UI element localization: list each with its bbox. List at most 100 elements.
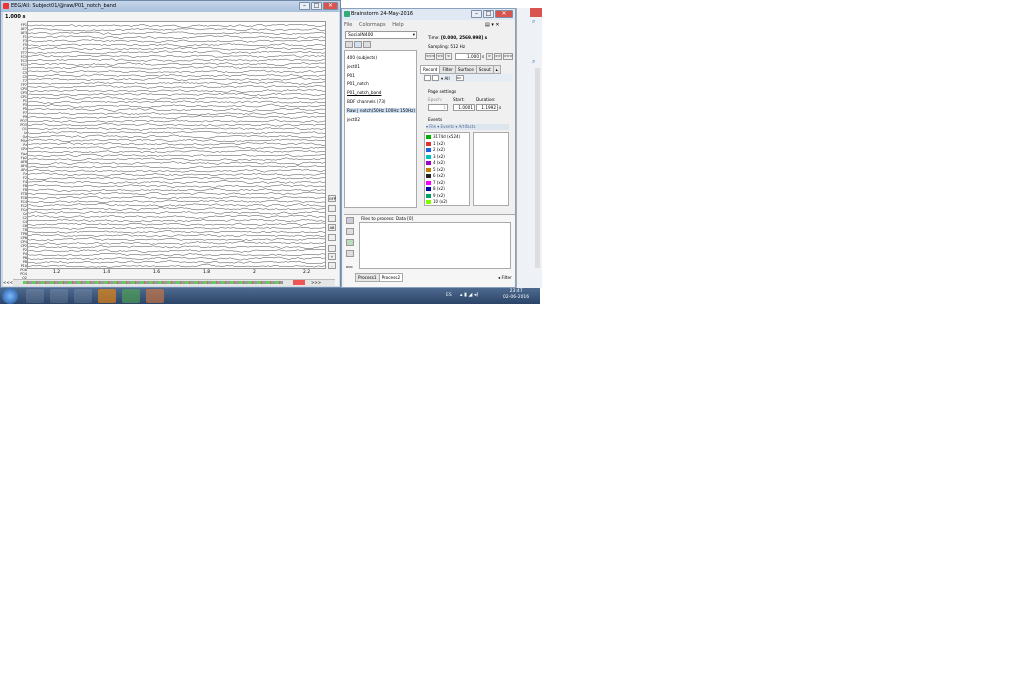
search-icon-2[interactable]: ⌕ — [532, 18, 535, 26]
tree-item[interactable]: ject01 — [347, 64, 360, 69]
event-item[interactable]: 7 (x2) — [426, 180, 445, 185]
excel-icon[interactable] — [122, 289, 140, 303]
language-indicator[interactable]: ES — [446, 293, 452, 298]
eeg-plot[interactable] — [27, 21, 326, 269]
events-menu-events[interactable]: Events — [441, 124, 455, 129]
process-drop-area[interactable] — [359, 222, 511, 269]
bs-close-button[interactable]: ✕ — [495, 10, 513, 18]
display-button-1[interactable] — [328, 205, 336, 212]
process-timefreq-button[interactable] — [346, 239, 354, 246]
tab-surface[interactable]: Surface — [454, 65, 477, 74]
nav-last-button[interactable]: >>> — [503, 53, 513, 60]
duration-input[interactable]: 1.1992 — [476, 104, 498, 111]
bs-title: Brainstorm 24-May-2016 — [351, 11, 414, 17]
display-button-7[interactable]: - — [328, 262, 336, 269]
event-item[interactable]: 3174d (x524) — [426, 134, 460, 139]
events-list[interactable]: 3174d (x524) 1 (x2) 2 (x2) 3 (x2) 4 (x2) 5 (x… — [424, 132, 470, 206]
event-item[interactable]: 1 (x2) — [426, 141, 445, 146]
event-item[interactable]: 10 (x2) — [426, 199, 447, 204]
panel-menu-icons[interactable]: ▤ ▾ ✕ — [485, 22, 500, 28]
tab-scout[interactable]: Scout — [475, 65, 494, 74]
scroll-right-button[interactable]: >>> — [311, 280, 321, 285]
clock[interactable]: 23:47 02-06-2016 — [503, 289, 529, 301]
display-button-0[interactable]: GFP — [328, 195, 336, 202]
event-item[interactable]: 3 (x2) — [426, 154, 445, 159]
event-item[interactable]: 8 (x2) — [426, 186, 445, 191]
bg-close-button[interactable] — [530, 8, 542, 17]
nav-next-fast-button[interactable]: >> — [494, 53, 502, 60]
montage-all-label[interactable]: ▾ All — [441, 76, 450, 81]
view-functional-button[interactable] — [345, 41, 353, 48]
tab-filter[interactable]: Filter — [439, 65, 456, 74]
event-item[interactable]: 4 (x2) — [426, 160, 445, 165]
dc-button[interactable]: DC — [456, 75, 464, 81]
tree-item[interactable]: P01 — [347, 73, 355, 78]
app-orange-icon[interactable] — [98, 289, 116, 303]
start-input[interactable]: 1.0001 — [453, 104, 475, 111]
tree-item[interactable]: ject02 — [347, 117, 360, 122]
bs-titlebar[interactable]: Brainstorm 24-May-2016 – □ ✕ — [342, 9, 515, 20]
protocol-select[interactable]: SocialN400 ▾ — [345, 31, 417, 39]
tab-process2[interactable]: Process2 — [378, 273, 404, 282]
display-mode-button[interactable] — [424, 75, 431, 81]
nav-next-button[interactable]: > — [486, 53, 493, 60]
process-sources-button[interactable] — [346, 228, 354, 235]
nav-prev-button[interactable]: < — [445, 53, 452, 60]
nav-prev-fast-button[interactable]: << — [436, 53, 444, 60]
montage-button[interactable] — [432, 75, 439, 81]
view-study-button[interactable] — [363, 41, 371, 48]
search-icon[interactable]: ⌕ — [532, 58, 535, 66]
scroll-thumb[interactable] — [293, 280, 305, 285]
bs-maximize-button[interactable]: □ — [483, 10, 494, 18]
epoch-input[interactable]: 1 — [428, 104, 448, 111]
start-button[interactable] — [2, 288, 18, 304]
tree-item[interactable]: P01_notch_band — [347, 90, 381, 95]
tab-more-button[interactable]: ▴ — [492, 65, 501, 74]
maximize-button[interactable]: □ — [311, 2, 322, 10]
event-item[interactable]: 9 (x2) — [426, 193, 445, 198]
folder-icon[interactable] — [50, 289, 68, 303]
eeg-titlebar[interactable]: EEG/All: Subject01/@raw/P01_notch_band –… — [1, 1, 340, 12]
time-input[interactable]: 1.000 — [455, 53, 481, 60]
nav-first-button[interactable]: <<< — [425, 53, 435, 60]
tab-record[interactable]: Record — [420, 65, 441, 74]
display-button-6[interactable]: + — [328, 253, 336, 260]
display-button-5[interactable] — [328, 245, 336, 252]
database-tree[interactable]: 400 (subjects) ject01 P01 P01_notch P01_notc… — [344, 50, 417, 208]
tray-icons[interactable]: ▴ ▮ ◢ ◂) — [460, 292, 478, 298]
events-menu-file[interactable]: File — [429, 124, 436, 129]
events-menu-artifacts[interactable]: Artifacts — [459, 124, 476, 129]
time-scrollbar[interactable]: <<< >>> — [3, 279, 335, 286]
bs-minimize-button[interactable]: – — [471, 10, 482, 18]
menu-colormaps[interactable]: Colormaps — [359, 22, 386, 28]
process-recordings-button[interactable] — [346, 217, 354, 224]
chrome-icon[interactable] — [26, 289, 44, 303]
view-anatomy-button[interactable] — [354, 41, 362, 48]
tree-item[interactable]: 400 (subjects) — [347, 55, 377, 60]
scroll-left-button[interactable]: <<< — [3, 280, 13, 285]
eeg-trace — [28, 260, 325, 265]
display-button-4[interactable] — [328, 234, 336, 241]
minimize-button[interactable]: – — [299, 2, 310, 10]
event-item[interactable]: 5 (x2) — [426, 167, 445, 172]
run-button[interactable]: RUN — [346, 265, 354, 271]
display-button-2[interactable] — [328, 215, 336, 222]
tree-item[interactable]: Raw | notch(50Hz 100Hz 150Hz) — [346, 108, 416, 113]
tree-item[interactable]: BDF channels (73) — [347, 99, 386, 104]
matlab-taskbar-icon[interactable] — [146, 289, 164, 303]
menu-help[interactable]: Help — [392, 22, 403, 28]
bg-scrollbar[interactable] — [535, 68, 540, 268]
event-occurrences-list[interactable] — [473, 132, 509, 206]
tab-process1[interactable]: Process1 — [355, 273, 380, 282]
event-item[interactable]: 6 (x2) — [426, 173, 445, 178]
display-button-3[interactable]: AB — [328, 224, 336, 231]
process-matrix-button[interactable] — [346, 250, 354, 257]
event-item[interactable]: 11 (x2) — [426, 206, 447, 207]
filter-button[interactable]: ◂ Filter — [498, 275, 512, 280]
close-button[interactable]: ✕ — [323, 2, 338, 10]
menu-file[interactable]: File — [344, 22, 352, 28]
notes-icon[interactable] — [74, 289, 92, 303]
background-window-strip: ⌕ ⌕ — [516, 8, 542, 288]
tree-item[interactable]: P01_notch — [347, 81, 369, 86]
event-item[interactable]: 2 (x2) — [426, 147, 445, 152]
